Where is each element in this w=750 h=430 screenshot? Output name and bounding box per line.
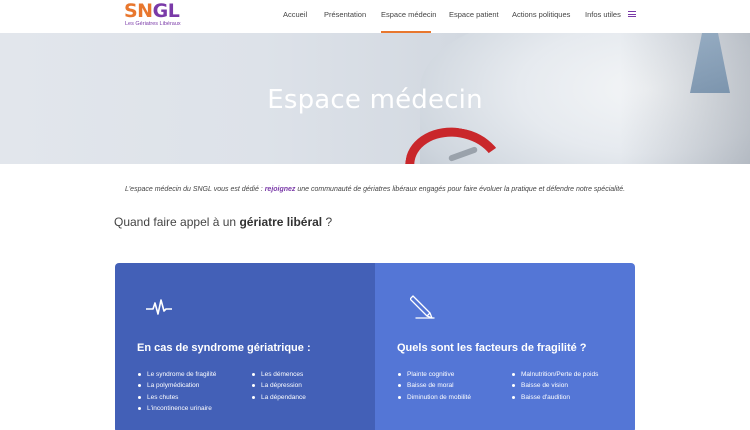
card-geriatric-syndrome: En cas de syndrome gériatrique : Le synd… [115,263,375,430]
nav-item-accueil[interactable]: Accueil [283,10,307,19]
main-nav: Accueil Présentation Espace médecin Espa… [0,0,750,33]
info-cards: En cas de syndrome gériatrique : Le synd… [115,263,635,430]
heartbeat-icon [146,299,172,315]
pen-icon [410,295,435,319]
flag-icon[interactable] [628,11,636,17]
list-item: Baisse d'audition [511,392,598,403]
intro-before: L'espace médecin du SNGL vous est dédié … [124,186,265,193]
join-link[interactable]: rejoignez [265,186,296,193]
list-item: Diminution de mobilité [397,392,471,403]
list-item: Malnutrition/Perte de poids [511,369,598,380]
list-item: Baisse de vision [511,380,598,391]
list-item: Baisse de moral [397,380,471,391]
list-item: Le syndrome de fragilité [137,369,216,380]
card-frailty-factors: Quels sont les facteurs de fragilité ? P… [375,263,635,430]
list-item: La polymédication [137,380,216,391]
question-after: ? [322,215,333,229]
nav-item-presentation[interactable]: Présentation [324,10,366,19]
section-question: Quand faire appel à un gériatre libéral … [114,215,332,229]
question-bold: gériatre libéral [239,215,323,229]
list-item: L'incontinence urinaire [137,403,216,414]
card-list-col2: Malnutrition/Perte de poids Baisse de vi… [511,369,598,403]
list-item: Les démences [251,369,306,380]
list-item: Les chutes [137,392,216,403]
list-item: La dépression [251,380,306,391]
site-header: SNGL Les Gériatres Libéraux Accueil Prés… [0,0,750,33]
page-title: Espace médecin [267,85,483,115]
list-item: La dépendance [251,392,306,403]
nav-item-espace-patient[interactable]: Espace patient [449,10,499,19]
intro-after: une communauté de gériatres libéraux eng… [295,186,626,193]
card-list-col1: Plainte cognitive Baisse de moral Diminu… [397,369,471,403]
intro-text: L'espace médecin du SNGL vous est dédié … [0,186,750,193]
hero-banner: Espace médecin [0,33,750,164]
card-list-col2: Les démences La dépression La dépendance [251,369,306,403]
nav-item-infos-utiles[interactable]: Infos utiles [585,10,621,19]
card-list-col1: Le syndrome de fragilité La polymédicati… [137,369,216,414]
card-title: Quels sont les facteurs de fragilité ? [397,342,587,354]
nav-item-espace-medecin[interactable]: Espace médecin [381,10,436,19]
list-item: Plainte cognitive [397,369,471,380]
card-title: En cas de syndrome gériatrique : [137,342,311,354]
nav-item-actions-politiques[interactable]: Actions politiques [512,10,570,19]
question-before: Quand faire appel à un [114,215,240,229]
